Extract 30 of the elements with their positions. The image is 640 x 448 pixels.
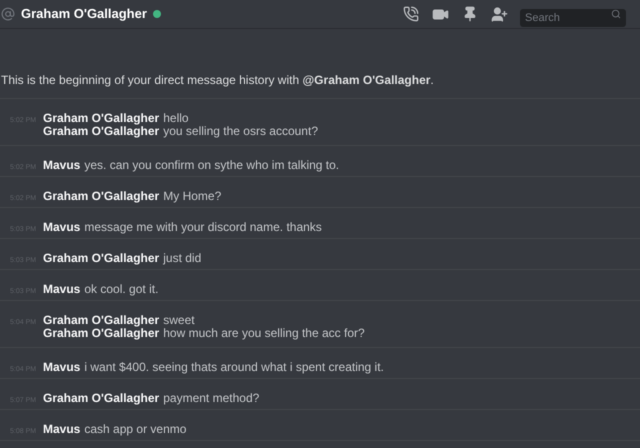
message-text: payment method? [163, 390, 260, 407]
message-text: i want $400. seeing thats around what i spent creating it. [84, 359, 384, 376]
author-name[interactable]: Mavus [43, 420, 80, 438]
author-name[interactable]: Mavus [43, 280, 80, 298]
message-text: My Home? [163, 188, 222, 205]
author-name[interactable]: Graham O'Gallagher [43, 311, 160, 329]
add-user-icon[interactable] [491, 6, 508, 22]
author-name[interactable]: Graham O'Gallagher [43, 389, 160, 407]
message-text: just did [163, 250, 202, 267]
author-name[interactable]: Graham O'Gallagher [43, 249, 160, 267]
author-name[interactable]: Mavus [43, 218, 80, 236]
message-text: ok cool. got it. [84, 281, 158, 298]
search-icon [611, 9, 621, 19]
search-field[interactable]: Search [520, 9, 626, 27]
message-text: you selling the osrs account? [163, 123, 318, 140]
message-text: how much are you selling the acc for? [163, 325, 365, 342]
message-text: hello [163, 110, 189, 126]
intro-text: This is the beginning of your direct message history with @Graham O'Gallagher. [0, 72, 435, 88]
call-icon[interactable] [403, 6, 419, 22]
message-text: sweet [163, 312, 195, 328]
message-text: cash app or venmo [84, 421, 186, 438]
at-icon [1, 7, 15, 21]
author-name[interactable]: Mavus [43, 358, 80, 376]
author-name[interactable]: Graham O'Gallagher [43, 109, 160, 127]
pin-icon[interactable] [462, 6, 478, 22]
author-name[interactable]: Mavus [43, 156, 80, 174]
message-text: yes. can you confirm on sythe who im talking to. [84, 157, 340, 174]
author-name[interactable]: Graham O'Gallagher [43, 187, 160, 205]
channel-title: Graham O'Gallagher [21, 5, 147, 24]
message-text: message me with your discord name. thanks [84, 219, 322, 236]
